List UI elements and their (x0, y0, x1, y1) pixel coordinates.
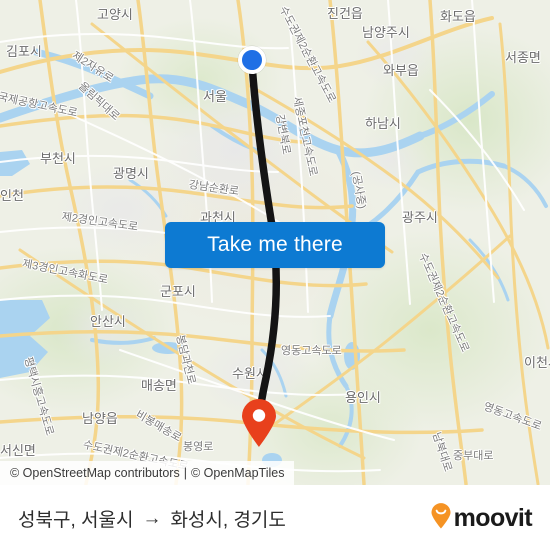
moovit-wordmark: moovit (453, 503, 533, 532)
route-origin-label: 성북구, 서울시 (18, 509, 134, 531)
openmaptiles-attribution-link[interactable]: © OpenMapTiles (191, 466, 285, 480)
take-me-there-button[interactable]: Take me there (165, 222, 385, 268)
route-summary: 성북구, 서울시 → 화성시, 경기도 (18, 505, 286, 532)
route-footer: 성북구, 서울시 → 화성시, 경기도 moovit (0, 485, 550, 550)
route-destination-label: 화성시, 경기도 (170, 509, 286, 531)
moovit-logo[interactable]: moovit (430, 502, 533, 534)
destination-marker-pin[interactable] (239, 398, 279, 448)
arrow-right-icon: → (142, 507, 162, 529)
attribution-separator: | (183, 466, 187, 480)
osm-attribution-link[interactable]: © OpenStreetMap contributors (10, 466, 180, 480)
map-attribution: © OpenStreetMap contributors | © OpenMap… (0, 461, 295, 485)
map-viewport[interactable]: 고양시 진건읍 화도읍 김포시 남양주시 서종면 와부읍 제2자유로 서울 올림픽대로 하남시 국제공… (0, 0, 550, 485)
moovit-pin-icon (430, 502, 452, 534)
origin-marker-dot[interactable] (238, 46, 266, 74)
moovit-route-card: 고양시 진건읍 화도읍 김포시 남양주시 서종면 와부읍 제2자유로 서울 올림픽대로 하남시 국제공… (0, 0, 550, 550)
